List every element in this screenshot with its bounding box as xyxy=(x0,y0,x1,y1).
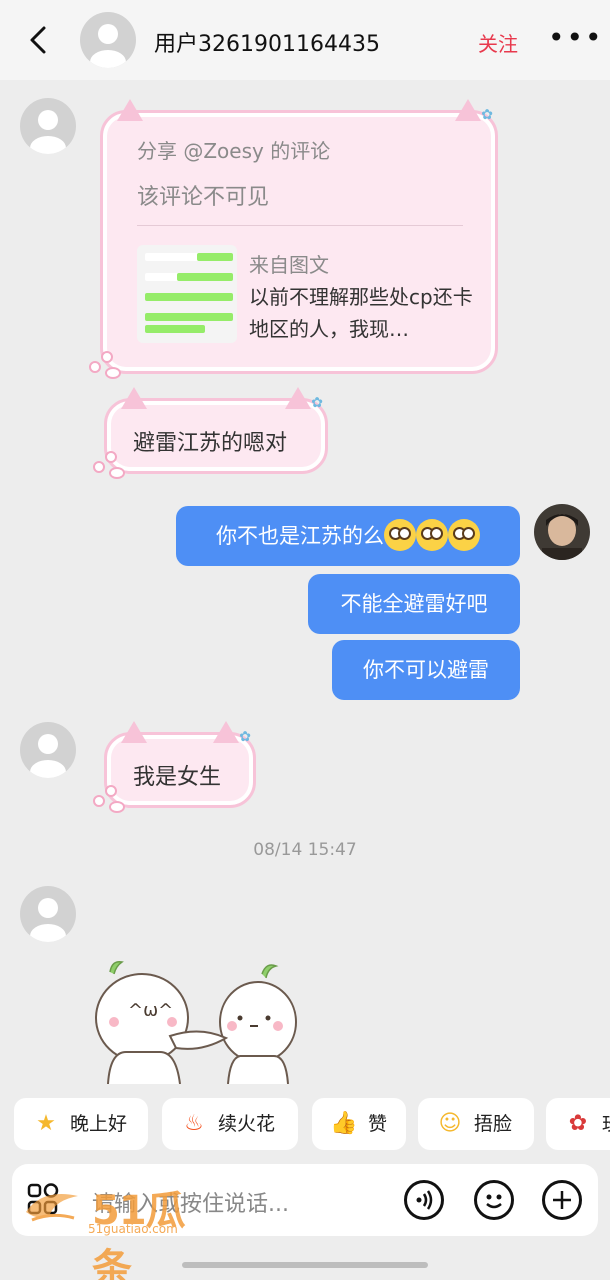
quick-reply-chip[interactable]: ♨ 续火花 xyxy=(162,1098,298,1150)
message-text: 避雷江苏的嗯对 xyxy=(133,431,288,456)
bow-icon: ✿ xyxy=(481,107,493,123)
quick-reply-label: 晚上好 xyxy=(70,1113,128,1135)
paw-decoration xyxy=(91,447,131,481)
more-options-icon[interactable]: ••• xyxy=(548,24,604,52)
thumbs-up-icon: 👍 xyxy=(330,1111,358,1136)
chat-header: 用户3261901164435 关注 ••• xyxy=(0,0,610,80)
hidden-comment-notice: 该评论不可见 xyxy=(137,185,270,210)
message-bubble[interactable]: ✿ 我是女生 xyxy=(93,721,256,813)
flushed-emoji-icon xyxy=(384,518,416,551)
flushed-emoji-icon xyxy=(448,518,480,551)
message-text: 我是女生 xyxy=(133,765,222,790)
star-icon: ★ xyxy=(36,1111,56,1136)
watermark-logo-icon xyxy=(26,1194,78,1222)
message-bubble[interactable]: ✿ 避雷江苏的嗯对 xyxy=(93,387,328,479)
add-attachment-icon[interactable] xyxy=(542,1180,582,1220)
quick-reply-chip[interactable]: ★ 晚上好 xyxy=(14,1098,148,1150)
watermark-url: 51guatiao.com xyxy=(88,1222,178,1236)
sender-avatar[interactable] xyxy=(20,722,76,778)
site-watermark: 51瓜条 51guatiao.com xyxy=(22,1178,222,1280)
flushed-emoji-icon xyxy=(416,518,448,551)
my-avatar[interactable] xyxy=(534,504,590,560)
shared-comment-card[interactable]: ✿ 分享 @Zoesy 的评论 该评论不可见 来自图文 以前不理解那些处cp还卡… xyxy=(89,99,498,379)
bow-icon: ✿ xyxy=(239,729,251,745)
quick-reply-label: 赞 xyxy=(368,1113,388,1135)
message-text: 你不也是江苏的么 xyxy=(216,524,384,548)
follow-button[interactable]: 关注 xyxy=(478,28,518,57)
quick-reply-bar: ★ 晚上好 ♨ 续火花 👍 赞 ☺ 捂脸 ✿ 玫 xyxy=(0,1098,610,1152)
source-label: 来自图文 xyxy=(249,253,329,277)
post-excerpt: 以前不理解那些处cp还卡地区的人，我现… xyxy=(249,285,473,341)
message-text: 你不可以避雷 xyxy=(363,658,489,682)
card-divider xyxy=(137,225,463,226)
rose-icon: ✿ xyxy=(568,1111,588,1136)
post-thumbnail[interactable] xyxy=(137,245,237,343)
quick-reply-label: 续火花 xyxy=(218,1113,276,1135)
back-arrow-icon[interactable] xyxy=(22,22,56,58)
sender-avatar[interactable] xyxy=(20,886,76,942)
sticker-image[interactable]: ^ω^ xyxy=(90,956,310,1084)
emoji-icon[interactable] xyxy=(474,1180,514,1220)
quick-reply-chip[interactable]: ☺ 捂脸 xyxy=(418,1098,534,1150)
cat-ear-right xyxy=(285,387,311,409)
cat-ear-right xyxy=(213,721,239,743)
chat-title: 用户3261901164435 xyxy=(154,32,380,57)
facepalm-icon: ☺ xyxy=(438,1111,462,1136)
home-indicator xyxy=(182,1262,428,1268)
my-message-bubble[interactable]: 你不也是江苏的么 xyxy=(176,506,520,566)
quick-reply-chip[interactable]: 👍 赞 xyxy=(312,1098,406,1150)
cat-ear-left xyxy=(121,721,147,743)
my-message-bubble[interactable]: 你不可以避雷 xyxy=(332,640,520,700)
quick-reply-chip[interactable]: ✿ 玫 xyxy=(546,1098,610,1150)
cat-ear-right xyxy=(455,99,481,121)
message-timestamp: 08/14 15:47 xyxy=(253,840,357,860)
cat-ear-left xyxy=(121,387,147,409)
bow-icon: ✿ xyxy=(311,395,323,411)
voice-input-icon[interactable] xyxy=(404,1180,444,1220)
quick-reply-label: 玫 xyxy=(602,1098,610,1150)
header-avatar[interactable] xyxy=(80,12,136,68)
sender-avatar[interactable] xyxy=(20,98,76,154)
paw-decoration xyxy=(91,781,131,815)
message-text: 不能全避雷好吧 xyxy=(340,592,488,616)
share-label: 分享 @Zoesy 的评论 xyxy=(137,139,331,163)
quick-reply-label: 捂脸 xyxy=(474,1113,513,1135)
cat-ear-left xyxy=(117,99,143,121)
my-message-bubble[interactable]: 不能全避雷好吧 xyxy=(308,574,520,634)
fire-icon: ♨ xyxy=(184,1111,204,1136)
paw-decoration xyxy=(87,347,127,381)
svg-text:^ω^: ^ω^ xyxy=(128,1000,173,1021)
